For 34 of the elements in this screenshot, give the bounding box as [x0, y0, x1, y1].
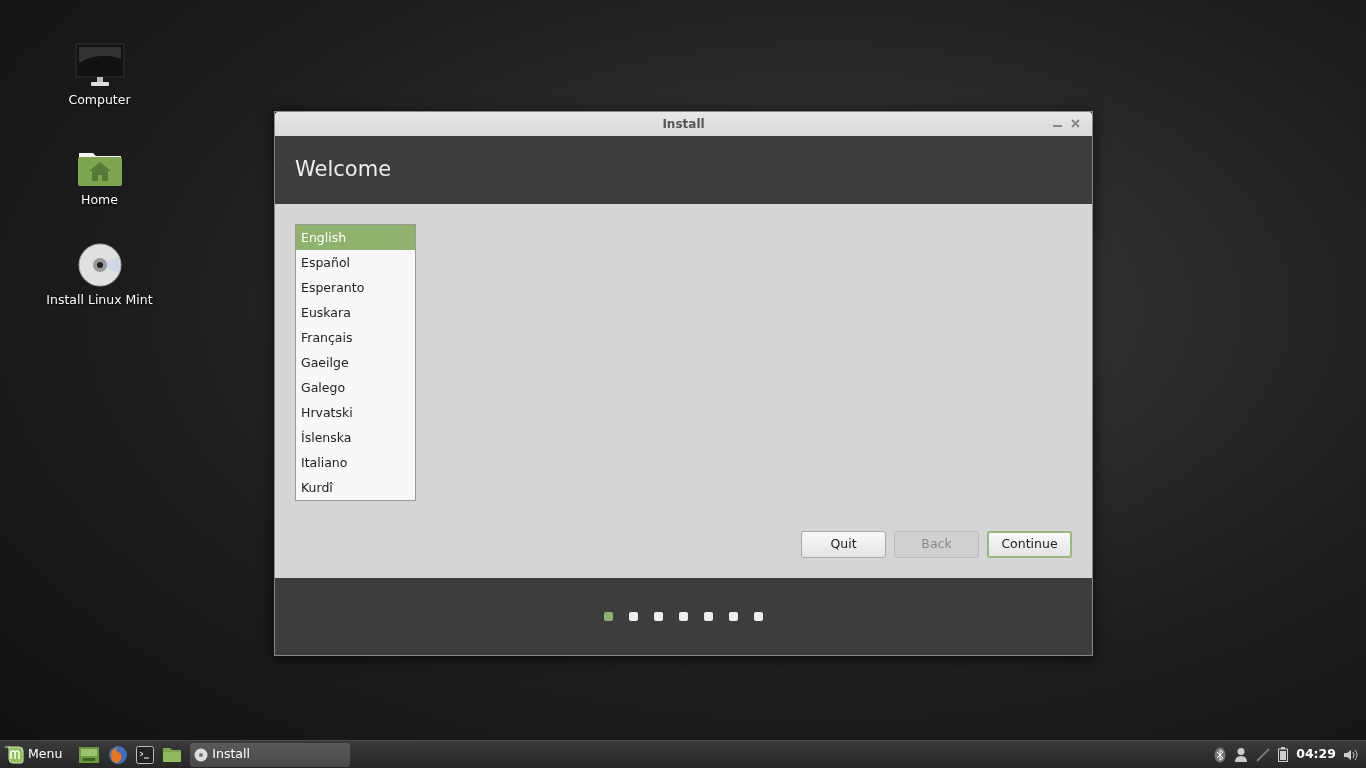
network-icon[interactable]: [1256, 747, 1271, 762]
computer-icon[interactable]: [74, 43, 125, 88]
language-item[interactable]: Español: [296, 250, 415, 275]
language-item[interactable]: Euskara: [296, 300, 415, 325]
battery-icon[interactable]: [1278, 747, 1289, 762]
volume-icon[interactable]: [1344, 748, 1358, 761]
window-title: Install: [662, 116, 705, 133]
language-item[interactable]: Hrvatski: [296, 400, 415, 425]
desktop-icon-label[interactable]: Computer: [68, 91, 131, 110]
language-item[interactable]: Kurdî: [296, 475, 415, 500]
language-item[interactable]: Esperanto: [296, 275, 415, 300]
page-heading: Welcome: [295, 156, 392, 184]
user-icon[interactable]: [1234, 747, 1249, 762]
browser-icon[interactable]: [108, 744, 129, 765]
terminal-icon[interactable]: [136, 745, 155, 764]
language-item[interactable]: Gaeilge: [296, 350, 415, 375]
language-item[interactable]: Italiano: [296, 450, 415, 475]
language-item[interactable]: Français: [296, 325, 415, 350]
clock[interactable]: 04:29: [1296, 745, 1336, 764]
dialog-button[interactable]: Quit: [801, 531, 886, 558]
taskbar-window-button[interactable]: Install: [190, 742, 351, 767]
desktop-icon-label[interactable]: Install Linux Mint: [46, 291, 153, 310]
disc-icon[interactable]: [77, 243, 122, 288]
menu-button[interactable]: Menu: [4, 744, 63, 765]
folder-icon[interactable]: [162, 746, 183, 763]
bluetooth-icon[interactable]: [1214, 746, 1227, 763]
language-item[interactable]: Galego: [296, 375, 415, 400]
disc-icon: [194, 747, 209, 762]
close-button[interactable]: [1071, 119, 1080, 128]
mint-logo-icon: [4, 744, 24, 765]
language-item[interactable]: Íslenska: [296, 425, 415, 450]
file-manager-icon[interactable]: [78, 745, 101, 764]
dialog-button[interactable]: Continue: [987, 531, 1072, 558]
desktop-icon-label[interactable]: Home: [81, 191, 118, 210]
